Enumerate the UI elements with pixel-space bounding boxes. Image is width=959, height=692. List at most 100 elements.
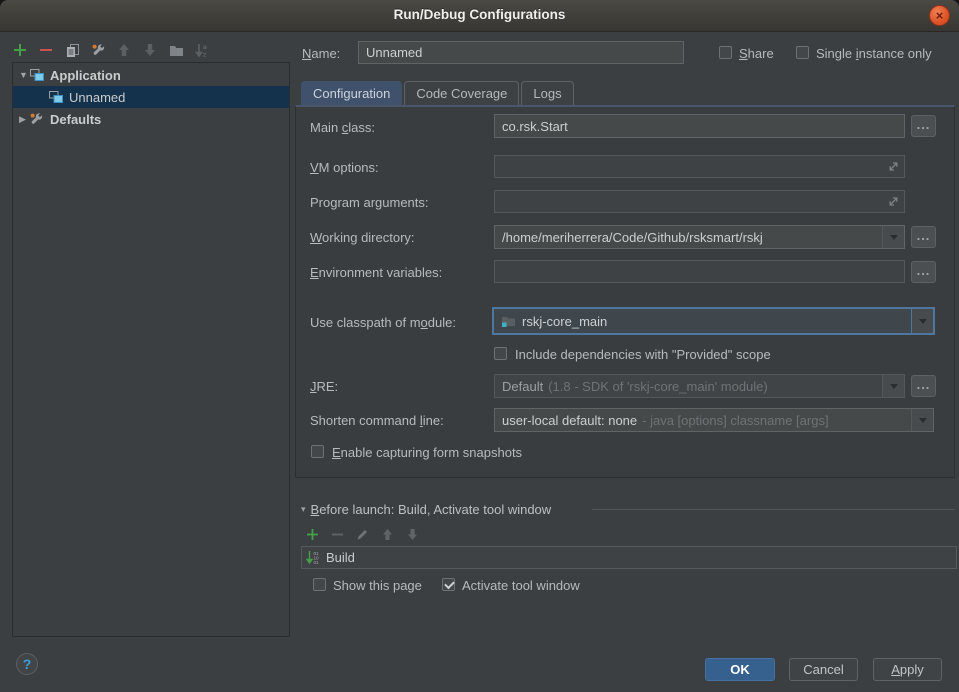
pencil-icon xyxy=(356,528,369,541)
cancel-button[interactable]: Cancel xyxy=(789,658,858,681)
remove-configuration-button[interactable] xyxy=(38,42,54,58)
name-input[interactable]: Unnamed xyxy=(358,41,684,64)
minus-icon xyxy=(331,528,344,541)
dropdown-arrow-icon[interactable] xyxy=(882,226,904,248)
working-directory-combobox[interactable]: /home/meriherrera/Code/Github/rsksmart/r… xyxy=(494,225,905,249)
svg-text:z: z xyxy=(203,51,206,58)
before-launch-toolbar xyxy=(305,527,419,541)
before-launch-header[interactable]: ▾ Before launch: Build, Activate tool wi… xyxy=(301,502,551,517)
activate-tool-window-label[interactable]: Activate tool window xyxy=(462,578,580,593)
arrow-down-icon xyxy=(143,43,157,57)
dropdown-arrow-icon[interactable] xyxy=(882,375,904,397)
tree-item-label: Defaults xyxy=(50,112,101,127)
apply-button[interactable]: Apply xyxy=(873,658,942,681)
arrow-down-icon xyxy=(406,528,419,541)
edit-defaults-button[interactable] xyxy=(90,42,106,58)
shorten-command-line-combobox[interactable]: user-local default: none - java [options… xyxy=(494,408,934,432)
configurations-toolbar: az xyxy=(12,40,210,60)
environment-variables-input[interactable] xyxy=(494,260,905,283)
jre-combobox[interactable]: Default (1.8 - SDK of 'rskj-core_main' m… xyxy=(494,374,905,398)
main-class-browse-button[interactable]: ... xyxy=(911,115,936,137)
chevron-expanded-icon: ▾ xyxy=(301,504,306,515)
close-button[interactable]: × xyxy=(929,5,950,26)
show-this-page-checkbox[interactable] xyxy=(313,578,326,591)
main-class-label: Main class: xyxy=(310,120,375,135)
before-launch-task-list: 011001 Build xyxy=(301,546,957,569)
working-directory-label: Working directory: xyxy=(310,230,415,245)
configurations-tree: ▼ Application Unnamed ▶ Defaults xyxy=(12,62,290,637)
wrench-icon xyxy=(29,112,45,126)
chevron-collapsed-icon[interactable]: ▶ xyxy=(19,114,29,125)
svg-text:a: a xyxy=(203,44,207,51)
vm-options-label: VM options: xyxy=(310,160,379,175)
tab-logs[interactable]: Logs xyxy=(521,81,573,105)
environment-variables-browse-button[interactable]: ... xyxy=(911,261,936,283)
shorten-command-line-label: Shorten command line: xyxy=(310,413,444,428)
arrow-up-icon xyxy=(381,528,394,541)
svg-text:01: 01 xyxy=(314,560,320,565)
help-button[interactable]: ? xyxy=(16,653,38,675)
activate-tool-window-checkbox[interactable] xyxy=(442,578,455,591)
program-arguments-label: Program arguments: xyxy=(310,195,429,210)
application-icon xyxy=(29,68,45,82)
share-checkbox[interactable] xyxy=(719,46,732,59)
include-provided-checkbox[interactable] xyxy=(494,347,507,360)
share-label[interactable]: Share xyxy=(739,46,774,61)
close-icon: × xyxy=(936,8,944,23)
tree-item-defaults[interactable]: ▶ Defaults xyxy=(13,108,289,130)
working-directory-browse-button[interactable]: ... xyxy=(911,226,936,248)
wrench-icon xyxy=(91,43,106,58)
single-instance-checkbox[interactable] xyxy=(796,46,809,59)
form-snapshots-label[interactable]: Enable capturing form snapshots xyxy=(332,445,522,460)
dropdown-arrow-icon[interactable] xyxy=(911,309,933,333)
task-label: Build xyxy=(326,550,355,565)
copy-configuration-button[interactable] xyxy=(64,42,80,58)
include-provided-label[interactable]: Include dependencies with "Provided" sco… xyxy=(515,347,771,362)
tab-strip: Configuration Code Coverage Logs xyxy=(301,80,576,105)
show-this-page-label[interactable]: Show this page xyxy=(333,578,422,593)
before-launch-title: Before launch: Build, Activate tool wind… xyxy=(311,502,552,517)
move-task-up-button[interactable] xyxy=(380,527,394,541)
module-classpath-label: Use classpath of module: xyxy=(310,315,456,330)
before-launch-separator xyxy=(592,509,955,510)
form-snapshots-checkbox[interactable] xyxy=(311,445,324,458)
tree-item-label: Application xyxy=(50,68,121,83)
expand-field-icon[interactable] xyxy=(887,160,900,173)
module-combobox[interactable]: rskj-core_main xyxy=(492,307,935,335)
move-task-down-button[interactable] xyxy=(405,527,419,541)
jre-label: JRE: xyxy=(310,379,338,394)
task-row-build[interactable]: 011001 Build xyxy=(302,547,956,568)
module-icon xyxy=(501,314,516,328)
titlebar[interactable]: Run/Debug Configurations × xyxy=(0,0,959,32)
tree-item-label: Unnamed xyxy=(69,90,125,105)
program-arguments-input[interactable] xyxy=(494,190,905,213)
move-down-button[interactable] xyxy=(142,42,158,58)
dropdown-arrow-icon[interactable] xyxy=(911,409,933,431)
tab-code-coverage[interactable]: Code Coverage xyxy=(404,81,519,105)
plus-icon xyxy=(306,528,319,541)
sort-alpha-icon: az xyxy=(195,43,210,58)
add-configuration-button[interactable] xyxy=(12,42,28,58)
tree-item-unnamed[interactable]: Unnamed xyxy=(13,86,289,108)
arrow-up-icon xyxy=(117,43,131,57)
edit-task-button[interactable] xyxy=(355,527,369,541)
ok-button[interactable]: OK xyxy=(705,658,775,681)
single-instance-label[interactable]: Single instance only xyxy=(816,46,932,61)
main-class-input[interactable]: co.rsk.Start xyxy=(494,114,905,138)
environment-variables-label: Environment variables: xyxy=(310,265,442,280)
remove-task-button[interactable] xyxy=(330,527,344,541)
move-up-button[interactable] xyxy=(116,42,132,58)
folder-icon xyxy=(169,44,184,57)
sort-configurations-button[interactable]: az xyxy=(194,42,210,58)
tab-configuration[interactable]: Configuration xyxy=(301,81,402,105)
build-icon: 011001 xyxy=(306,550,321,565)
jre-browse-button[interactable]: ... xyxy=(911,375,936,397)
tree-item-application[interactable]: ▼ Application xyxy=(13,64,289,86)
expand-field-icon[interactable] xyxy=(887,195,900,208)
add-task-button[interactable] xyxy=(305,527,319,541)
vm-options-input[interactable] xyxy=(494,155,905,178)
chevron-expanded-icon[interactable]: ▼ xyxy=(19,70,29,80)
question-mark-icon: ? xyxy=(23,656,32,672)
copy-icon xyxy=(65,43,80,58)
new-folder-button[interactable] xyxy=(168,42,184,58)
